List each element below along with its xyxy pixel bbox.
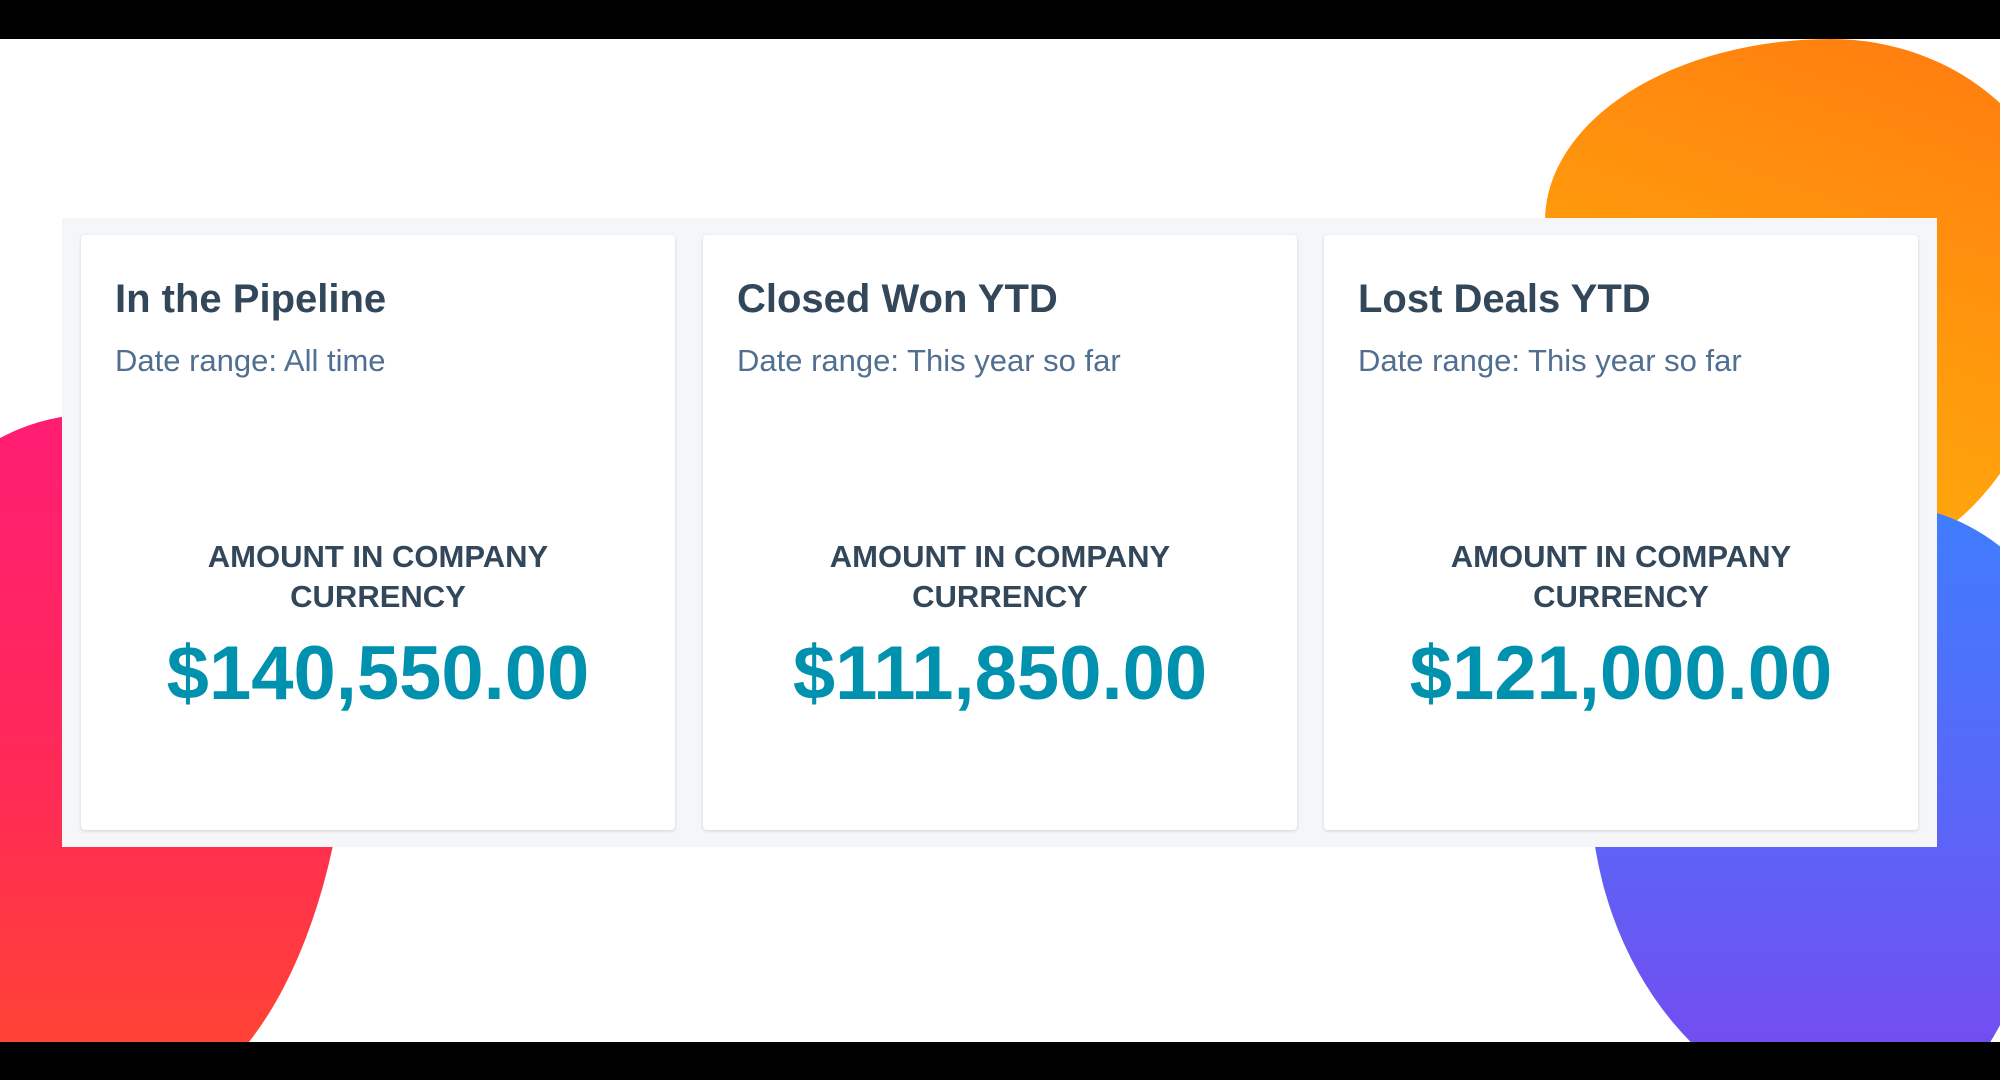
metric-value: $140,550.00 [166, 631, 590, 716]
card-title[interactable]: In the Pipeline [115, 277, 386, 322]
report-card-lost-deals[interactable]: Lost Deals YTD Date range: This year so … [1324, 235, 1918, 830]
page-canvas: In the Pipeline Date range: All time AMO… [0, 39, 2000, 1042]
metric-label: AMOUNT IN COMPANY CURRENCY [1450, 539, 1792, 614]
dashboard-panel: In the Pipeline Date range: All time AMO… [62, 218, 1937, 847]
screenshot-frame: In the Pipeline Date range: All time AMO… [0, 0, 2000, 1080]
report-card-pipeline[interactable]: In the Pipeline Date range: All time AMO… [81, 235, 675, 830]
report-card-closed-won[interactable]: Closed Won YTD Date range: This year so … [703, 235, 1297, 830]
card-title[interactable]: Lost Deals YTD [1358, 277, 1651, 322]
card-date-range: Date range: This year so far [737, 343, 1121, 378]
metric-value: $111,850.00 [792, 631, 1208, 716]
metric-label: AMOUNT IN COMPANY CURRENCY [829, 539, 1171, 614]
metric-value: $121,000.00 [1409, 631, 1833, 716]
card-title[interactable]: Closed Won YTD [737, 277, 1058, 322]
metric-label: AMOUNT IN COMPANY CURRENCY [207, 539, 549, 614]
card-date-range: Date range: This year so far [1358, 343, 1742, 378]
card-date-range: Date range: All time [115, 343, 386, 378]
